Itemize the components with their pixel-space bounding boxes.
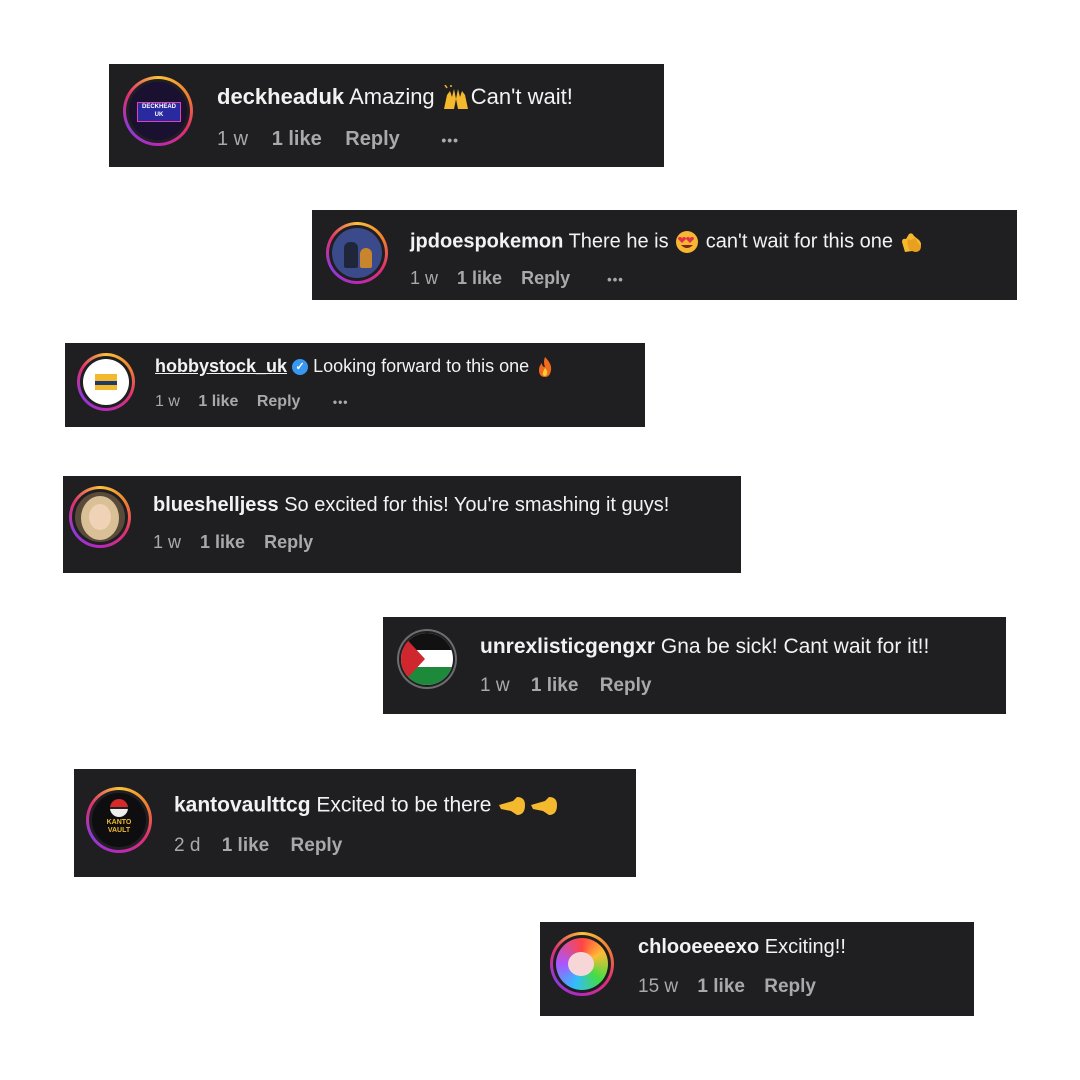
comment-username[interactable]: unrexlisticgengxr bbox=[480, 635, 655, 658]
avatar[interactable]: KANTO VAULT bbox=[86, 787, 152, 853]
avatar[interactable] bbox=[397, 629, 457, 689]
comment-card: jpdoespokemon There he is can't wait for… bbox=[312, 210, 1017, 300]
comment-text-continued: can't wait for this one bbox=[705, 230, 893, 253]
comment-time: 1 w bbox=[153, 532, 182, 552]
comment-text-continued: Can't wait! bbox=[470, 84, 573, 109]
avatar[interactable] bbox=[550, 932, 614, 996]
comment-time: 15 w bbox=[638, 976, 679, 997]
comment-text: So excited for this! You're smashing it … bbox=[284, 494, 670, 516]
comment-likes[interactable]: 1 like bbox=[200, 532, 245, 553]
more-options-icon[interactable]: ••• bbox=[607, 272, 624, 287]
comment-text: Excited to be there bbox=[316, 793, 492, 817]
comment-username[interactable]: jpdoespokemon bbox=[410, 230, 563, 252]
comment-likes[interactable]: 1 like bbox=[457, 268, 502, 289]
comment-username[interactable]: deckheaduk bbox=[217, 84, 344, 109]
heart-eyes-icon bbox=[674, 230, 700, 254]
comment-card: blueshelljess So excited for this! You'r… bbox=[63, 476, 741, 573]
reply-button[interactable]: Reply bbox=[764, 976, 816, 998]
comment-card: chlooeeeexo Exciting!! 15 w 1 like Reply bbox=[540, 922, 974, 1016]
comment-text: Amazing bbox=[349, 84, 435, 109]
comment-username[interactable]: blueshelljess bbox=[153, 494, 279, 516]
pokeball-icon bbox=[110, 799, 128, 817]
comment-username[interactable]: chlooeeeexo bbox=[638, 936, 759, 958]
avatar-face bbox=[89, 504, 111, 530]
avatar-logo-bar bbox=[95, 381, 117, 385]
flag-triangle bbox=[401, 633, 425, 685]
avatar[interactable] bbox=[69, 486, 131, 548]
comment-likes[interactable]: 1 like bbox=[697, 976, 745, 998]
comment-text: Exciting!! bbox=[764, 936, 846, 958]
comment-likes[interactable]: 1 like bbox=[222, 835, 270, 857]
comment-username[interactable]: hobbystock_uk bbox=[155, 356, 287, 376]
reply-button[interactable]: Reply bbox=[345, 128, 399, 151]
comment-card: unrexlisticgengxr Gna be sick! Cant wait… bbox=[383, 617, 1006, 714]
comment-text: Looking forward to this one bbox=[313, 356, 530, 376]
more-options-icon[interactable]: ••• bbox=[441, 132, 459, 148]
reply-button[interactable]: Reply bbox=[291, 835, 343, 857]
comment-time: 2 d bbox=[174, 835, 201, 856]
clapping-hands-icon bbox=[899, 230, 927, 254]
comment-text: There he is bbox=[568, 230, 669, 253]
avatar-logo-text: KANTO VAULT bbox=[106, 819, 132, 834]
avatar[interactable] bbox=[326, 222, 388, 284]
fire-icon bbox=[534, 356, 556, 378]
reply-button[interactable]: Reply bbox=[600, 675, 652, 697]
comment-card: hobbystock_uk ✓ Looking forward to this … bbox=[65, 343, 645, 427]
avatar-face bbox=[568, 952, 594, 976]
reply-button[interactable]: Reply bbox=[264, 532, 313, 553]
avatar[interactable]: DECKHEAD UK bbox=[123, 76, 193, 146]
raising-hands-icon bbox=[441, 84, 471, 111]
avatar-logo: DECKHEAD UK bbox=[137, 102, 181, 122]
comment-time: 1 w bbox=[217, 128, 249, 150]
comment-card: KANTO VAULT kantovaulttcg Excited to be … bbox=[74, 769, 636, 877]
pointing-hands-icon bbox=[497, 793, 561, 819]
comment-card: DECKHEAD UK deckheaduk Amazing Can't wai… bbox=[109, 64, 664, 167]
verified-badge-icon: ✓ bbox=[292, 359, 309, 376]
comment-username[interactable]: kantovaulttcg bbox=[174, 794, 311, 817]
avatar-figure bbox=[360, 248, 372, 268]
more-options-icon[interactable]: ••• bbox=[333, 395, 349, 409]
avatar[interactable] bbox=[77, 353, 135, 411]
comment-time: 1 w bbox=[410, 268, 439, 288]
avatar-figure bbox=[344, 242, 358, 268]
comment-likes[interactable]: 1 like bbox=[272, 128, 322, 151]
comment-text: Gna be sick! Cant wait for it!! bbox=[660, 635, 930, 658]
reply-button[interactable]: Reply bbox=[521, 268, 570, 289]
comment-time: 1 w bbox=[480, 675, 510, 696]
comment-likes[interactable]: 1 like bbox=[198, 393, 238, 411]
comment-likes[interactable]: 1 like bbox=[531, 675, 579, 697]
comment-time: 1 w bbox=[155, 393, 180, 410]
reply-button[interactable]: Reply bbox=[257, 393, 301, 411]
